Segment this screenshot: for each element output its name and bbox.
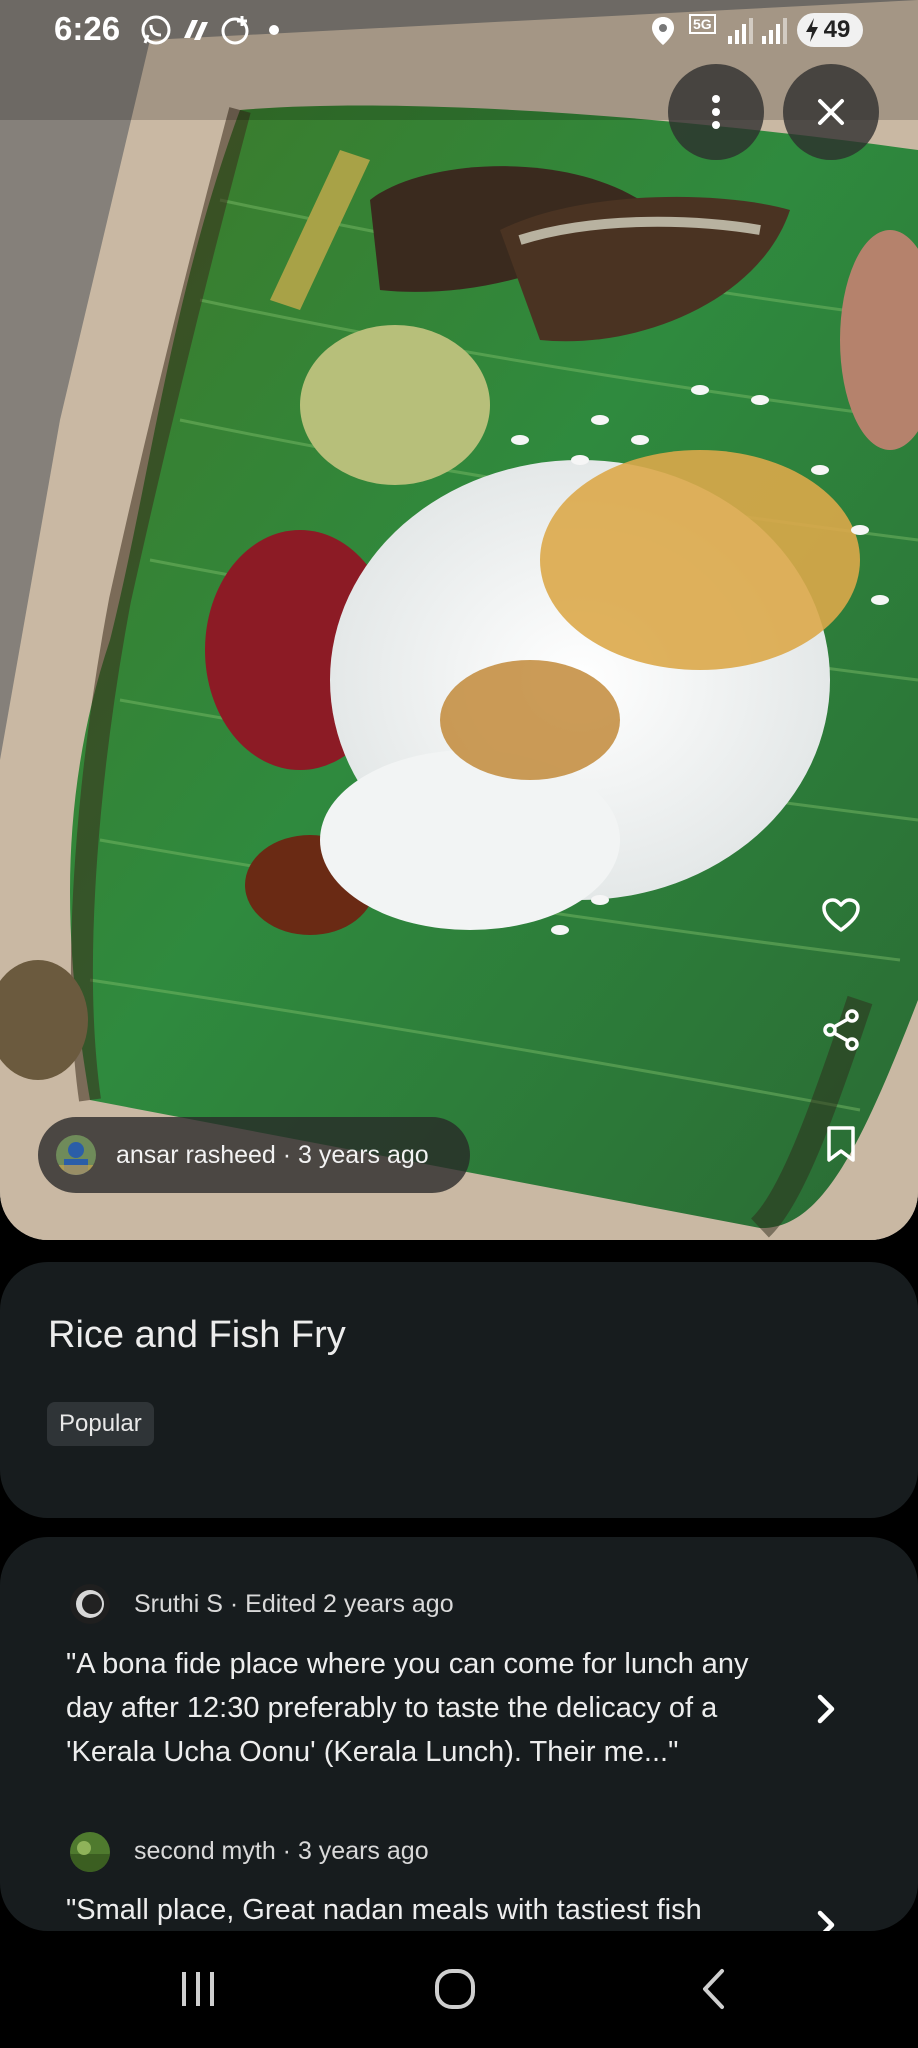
dish-info-card: Rice and Fish Fry Popular bbox=[0, 1262, 918, 1518]
home-icon bbox=[435, 1969, 475, 2009]
app-icon bbox=[184, 20, 208, 40]
reviewer-avatar-image bbox=[70, 1584, 110, 1624]
avatar bbox=[70, 1584, 110, 1624]
share-icon bbox=[823, 1009, 859, 1051]
review-text: "Small place, Great nadan meals with tas… bbox=[66, 1894, 702, 1926]
bookmark-icon bbox=[827, 1126, 855, 1162]
chevron-right-icon[interactable] bbox=[810, 1905, 842, 1931]
reviewer-avatar-image bbox=[70, 1832, 110, 1872]
more-options-button[interactable] bbox=[668, 64, 764, 160]
back-icon bbox=[703, 1969, 724, 2009]
review-text: "A bona fide place where you can come fo… bbox=[66, 1648, 749, 1768]
recent-apps-icon bbox=[182, 1972, 214, 2006]
signal-icon bbox=[762, 18, 787, 44]
bookmark-button[interactable] bbox=[812, 1115, 870, 1173]
dish-title: Rice and Fish Fry bbox=[48, 1314, 346, 1356]
like-button[interactable] bbox=[812, 886, 870, 944]
share-button[interactable] bbox=[812, 1001, 870, 1059]
system-nav-bar bbox=[0, 1931, 918, 2048]
network-badge: 5G bbox=[689, 14, 716, 34]
more-options-icon bbox=[712, 95, 720, 129]
location-icon bbox=[652, 17, 674, 45]
close-icon bbox=[818, 99, 844, 125]
battery-level: 49 bbox=[823, 16, 851, 43]
review-item[interactable]: Sruthi S · Edited 2 years ago "A bona fi… bbox=[0, 1537, 918, 1777]
close-button[interactable] bbox=[783, 64, 879, 160]
photo-author-label: ansar rasheed · 3 years ago bbox=[116, 1140, 429, 1169]
food-photo-image bbox=[0, 0, 918, 1240]
battery-charging-icon bbox=[806, 18, 818, 42]
status-time: 6:26 bbox=[54, 10, 121, 47]
dot-icon bbox=[269, 25, 279, 35]
heart-icon bbox=[822, 898, 860, 932]
whatsapp-icon bbox=[141, 15, 171, 45]
battery-indicator: 49 bbox=[797, 13, 863, 47]
review-author-line: second myth · 3 years ago bbox=[134, 1837, 429, 1865]
avatar bbox=[56, 1135, 96, 1175]
avatar bbox=[70, 1832, 110, 1872]
whatsapp-business-icon bbox=[221, 16, 249, 45]
photo-author-chip[interactable]: ansar rasheed · 3 years ago bbox=[38, 1117, 470, 1193]
recent-apps-button[interactable] bbox=[163, 1959, 233, 2019]
status-bar: 6:26 5G 49 bbox=[0, 0, 918, 62]
author-avatar-image bbox=[56, 1135, 96, 1175]
back-button[interactable] bbox=[678, 1959, 748, 2019]
reviews-card: Sruthi S · Edited 2 years ago "A bona fi… bbox=[0, 1537, 918, 1931]
chevron-right-icon[interactable] bbox=[810, 1689, 842, 1729]
dish-photo[interactable]: 6:26 5G 49 ansar rasheed · 3 years ago bbox=[0, 0, 918, 1240]
review-item[interactable]: second myth · 3 years ago "Small place, … bbox=[0, 1777, 918, 1931]
home-button[interactable] bbox=[420, 1959, 490, 2019]
popular-badge: Popular bbox=[47, 1402, 154, 1446]
review-author-line: Sruthi S · Edited 2 years ago bbox=[134, 1590, 454, 1618]
signal-icon bbox=[728, 18, 753, 44]
